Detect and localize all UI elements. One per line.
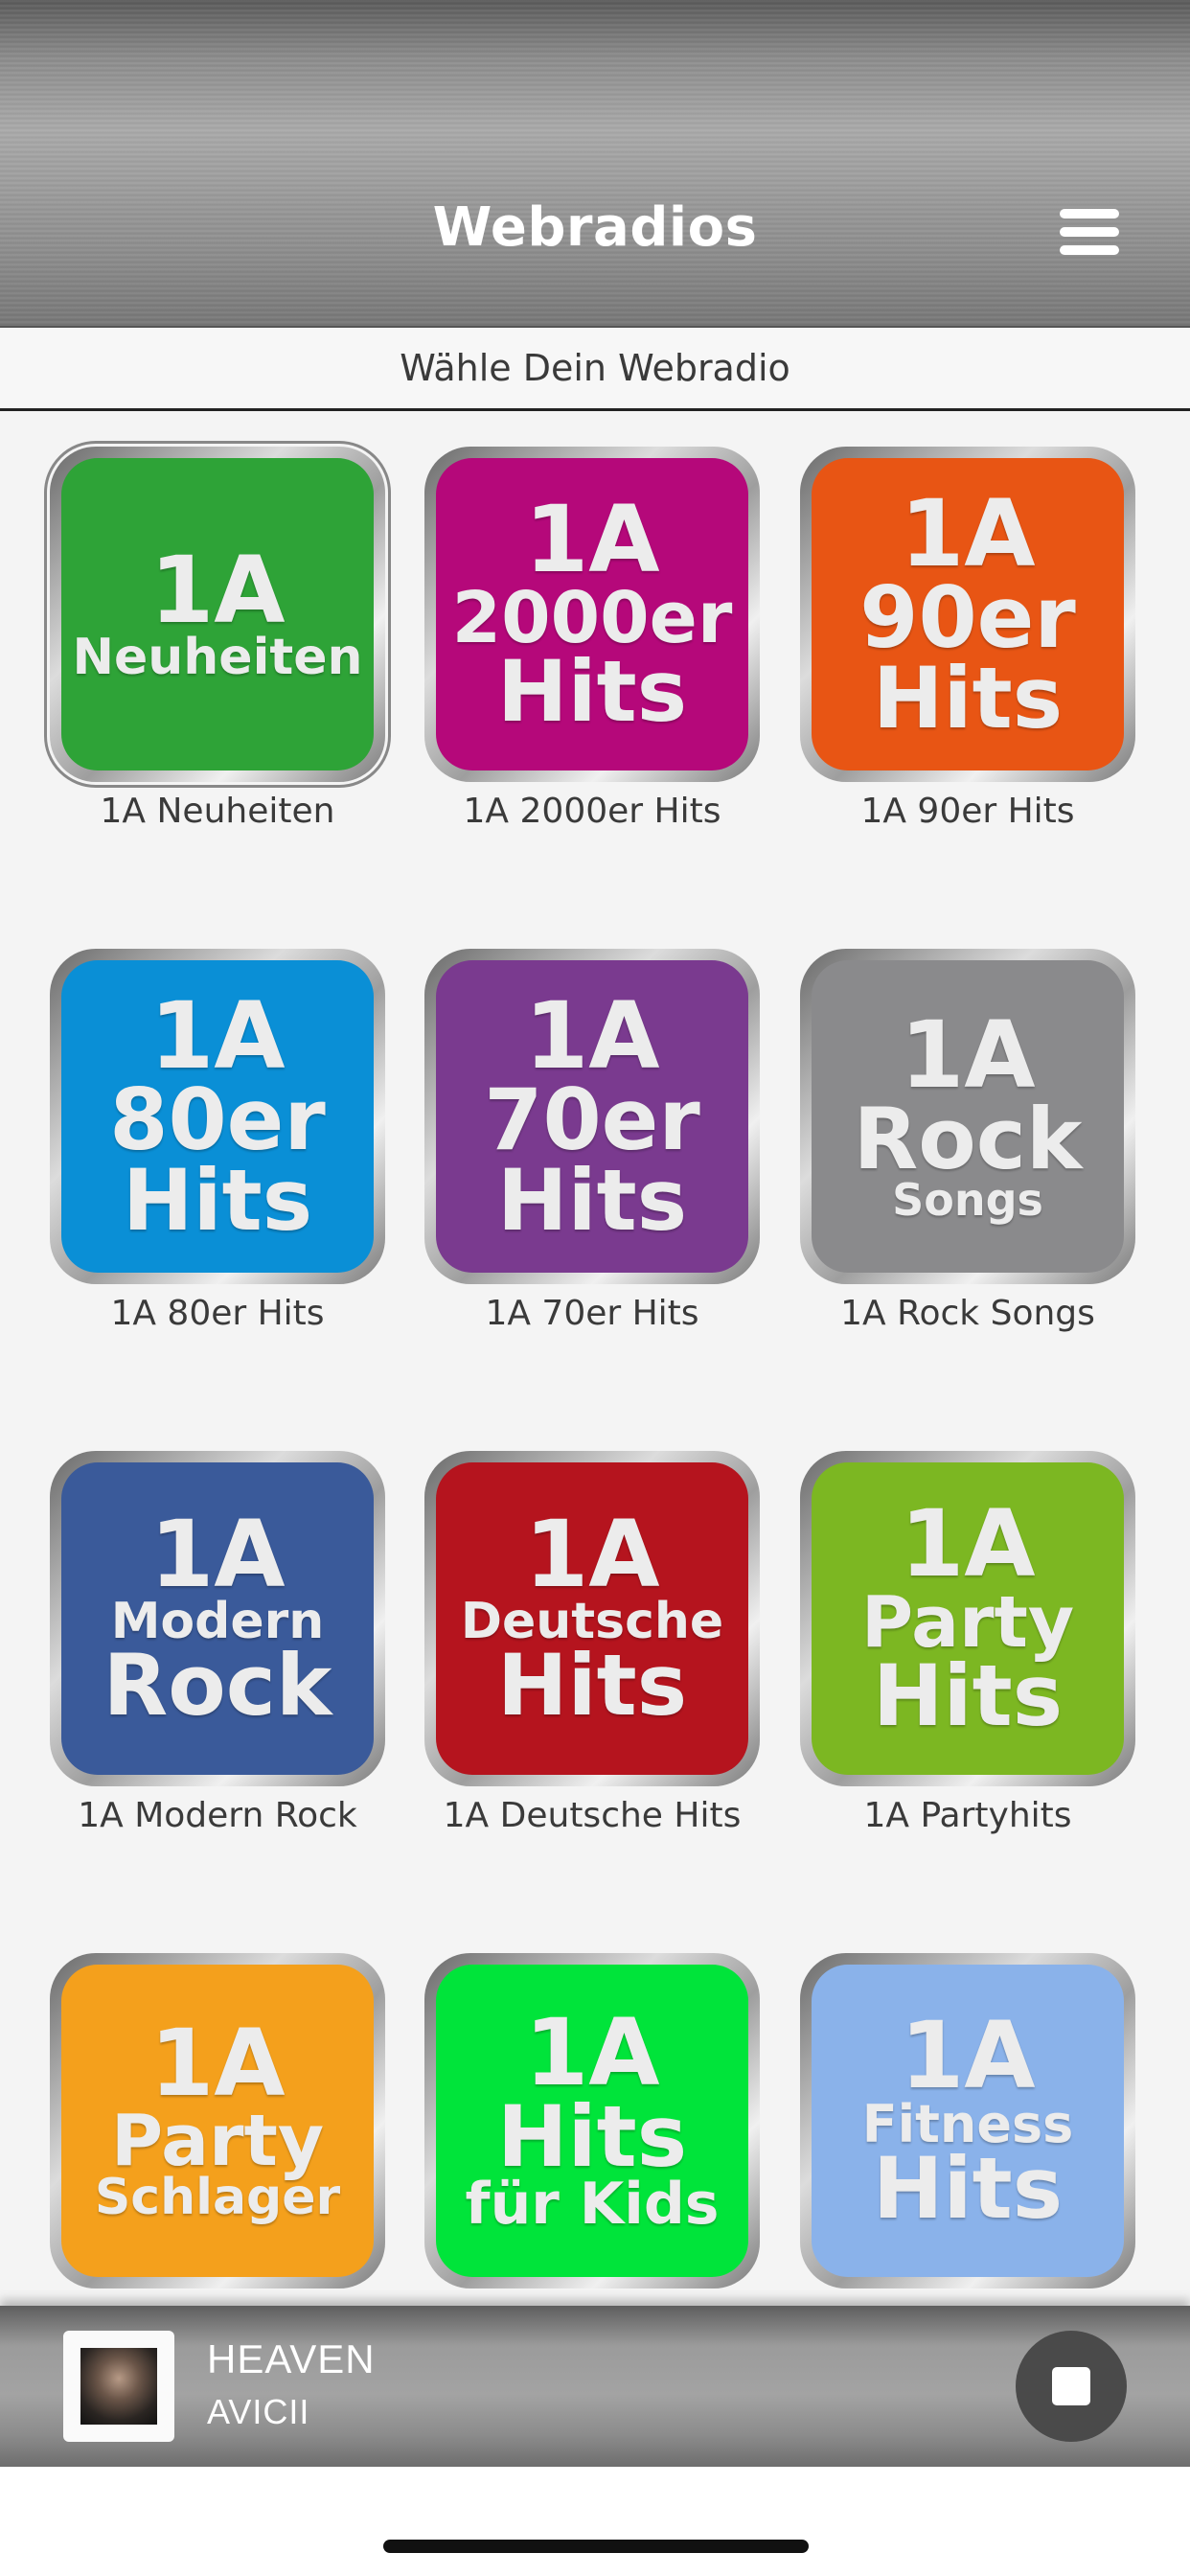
home-indicator-area: [0, 2467, 1190, 2576]
station-tile[interactable]: 1A 90er Hits 1A 90er Hits: [800, 447, 1135, 831]
station-tile[interactable]: 1A 80er Hits 1A 80er Hits: [50, 949, 385, 1333]
logo-text: Schlager: [94, 2169, 341, 2227]
app-header: Webradios: [0, 0, 1190, 328]
station-logo[interactable]: 1A 2000er Hits: [424, 447, 760, 782]
logo-1a-text: 1A: [524, 486, 660, 594]
station-label[interactable]: 1A Modern Rock: [50, 1796, 385, 1835]
logo-text: 70er: [484, 1070, 700, 1169]
album-cover-icon[interactable]: [63, 2331, 174, 2442]
station-tile[interactable]: 1A Fitness Hits: [800, 1953, 1135, 2298]
station-logo-face: 1A Fitness Hits: [812, 1965, 1124, 2277]
station-logo-face: 1A Rock Songs: [812, 960, 1124, 1273]
logo-text: Hits: [872, 648, 1064, 748]
logo-text: Hits: [872, 2139, 1064, 2239]
logo-text: Songs: [892, 1173, 1043, 1226]
station-tile[interactable]: 1A Rock Songs 1A Rock Songs: [800, 949, 1135, 1333]
station-tile[interactable]: 1A Modern Rock 1A Modern Rock: [50, 1451, 385, 1835]
station-logo[interactable]: 1A Rock Songs: [800, 949, 1135, 1284]
logo-text: Rock: [103, 1636, 332, 1736]
station-logo[interactable]: 1A Party Schlager: [50, 1953, 385, 2288]
logo-text: Hits: [496, 641, 688, 741]
song-artist: AVICII: [207, 2392, 310, 2431]
logo-1a-text: 1A: [900, 1490, 1036, 1598]
station-logo-face: 1A Neuheiten: [61, 458, 374, 770]
station-logo-face: 1A 90er Hits: [812, 458, 1124, 770]
station-grid: 1A Neuheiten 1A Neuheiten 1A 2000er Hits 1A 20…: [0, 412, 1190, 2305]
station-logo-face: 1A Modern Rock: [61, 1462, 374, 1775]
logo-1a-text: 1A: [900, 2001, 1036, 2109]
station-logo[interactable]: 1A Fitness Hits: [800, 1953, 1135, 2288]
station-logo[interactable]: 1A 70er Hits: [424, 949, 760, 1284]
logo-1a-text: 1A: [149, 2009, 286, 2117]
logo-text: Party: [110, 2099, 325, 2182]
logo-text: für Kids: [465, 2170, 720, 2238]
station-tile[interactable]: 1A 2000er Hits 1A 2000er Hits: [424, 447, 760, 831]
station-logo-face: 1A 70er Hits: [436, 960, 748, 1273]
station-logo[interactable]: 1A Deutsche Hits: [424, 1451, 760, 1786]
logo-text: 80er: [109, 1070, 326, 1169]
home-indicator[interactable]: [383, 2540, 809, 2553]
station-tile[interactable]: 1A 70er Hits 1A 70er Hits: [424, 949, 760, 1333]
station-logo[interactable]: 1A Party Hits: [800, 1451, 1135, 1786]
station-logo-face: 1A Deutsche Hits: [436, 1462, 748, 1775]
subtitle-text: Wähle Dein Webradio: [400, 347, 790, 389]
logo-1a-text: 1A: [149, 1500, 286, 1608]
logo-text: Neuheiten: [72, 628, 363, 686]
station-tile[interactable]: 1A Hits für Kids: [424, 1953, 760, 2298]
subtitle-bar: Wähle Dein Webradio: [0, 328, 1190, 411]
station-logo-face: 1A 2000er Hits: [436, 458, 748, 770]
song-title: HEAVEN: [207, 2336, 376, 2381]
station-logo[interactable]: 1A Hits für Kids: [424, 1953, 760, 2288]
station-tile[interactable]: 1A Party Hits 1A Partyhits: [800, 1451, 1135, 1835]
stop-icon: [1052, 2367, 1090, 2405]
station-logo-face: 1A Hits für Kids: [436, 1965, 748, 2277]
logo-1a-text: 1A: [149, 981, 286, 1090]
station-label[interactable]: 1A 80er Hits: [50, 1294, 385, 1333]
logo-text: Hits: [122, 1150, 313, 1250]
logo-1a-text: 1A: [524, 1500, 660, 1608]
station-label[interactable]: 1A Neuheiten: [50, 792, 385, 831]
page-title: Webradios: [432, 196, 758, 259]
logo-text: Rock: [853, 1089, 1083, 1188]
logo-text: Hits: [496, 2087, 688, 2187]
station-logo-face: 1A 80er Hits: [61, 960, 374, 1273]
station-logo[interactable]: 1A 90er Hits: [800, 447, 1135, 782]
station-tile[interactable]: 1A Party Schlager: [50, 1953, 385, 2298]
logo-1a-text: 1A: [524, 981, 660, 1090]
logo-1a-text: 1A: [900, 479, 1036, 587]
logo-1a-text: 1A: [149, 536, 286, 644]
logo-1a-text: 1A: [900, 1000, 1036, 1109]
station-label[interactable]: 1A Rock Songs: [800, 1294, 1135, 1333]
station-logo-face: 1A Party Schlager: [61, 1965, 374, 2277]
logo-text: Hits: [496, 1636, 688, 1736]
stop-button[interactable]: [1016, 2331, 1127, 2442]
logo-text: Hits: [496, 1150, 688, 1250]
now-playing-bar[interactable]: HEAVEN AVICII: [0, 2306, 1190, 2467]
station-logo[interactable]: 1A 80er Hits: [50, 949, 385, 1284]
station-logo[interactable]: 1A Modern Rock: [50, 1451, 385, 1786]
station-label[interactable]: 1A Partyhits: [800, 1796, 1135, 1835]
hamburger-menu-icon[interactable]: [1060, 209, 1119, 255]
station-label[interactable]: 1A Deutsche Hits: [424, 1796, 760, 1835]
station-label[interactable]: 1A 2000er Hits: [424, 792, 760, 831]
logo-text: 90er: [859, 568, 1076, 667]
station-tile[interactable]: 1A Neuheiten 1A Neuheiten: [44, 441, 391, 831]
station-label[interactable]: 1A 90er Hits: [800, 792, 1135, 831]
station-label[interactable]: 1A 70er Hits: [424, 1294, 760, 1333]
station-logo-face: 1A Party Hits: [812, 1462, 1124, 1775]
station-logo[interactable]: 1A Neuheiten: [44, 441, 391, 788]
logo-text: Hits: [872, 1645, 1064, 1745]
logo-1a-text: 1A: [524, 1999, 660, 2107]
station-tile[interactable]: 1A Deutsche Hits 1A Deutsche Hits: [424, 1451, 760, 1835]
